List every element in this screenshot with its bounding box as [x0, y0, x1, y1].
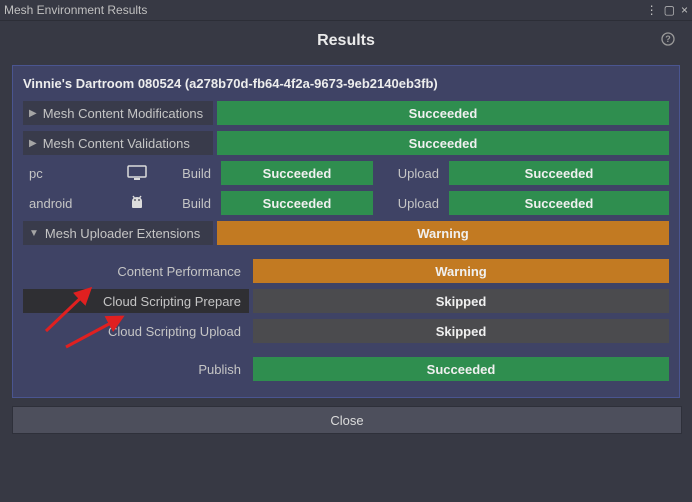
- chevron-right-icon: ▶: [29, 138, 37, 149]
- modifications-status: Succeeded: [217, 101, 669, 125]
- svg-text:?: ?: [665, 34, 671, 44]
- cloud-scripting-prepare-status: Skipped: [253, 289, 669, 313]
- cloud-scripting-prepare-label: Cloud Scripting Prepare: [23, 289, 249, 313]
- monitor-icon: [119, 161, 155, 185]
- cloud-scripting-prepare-row: Cloud Scripting Prepare Skipped: [23, 289, 669, 313]
- publish-label: Publish: [23, 357, 249, 381]
- modifications-row: ▶ Mesh Content Modifications Succeeded: [23, 101, 669, 125]
- uploader-expander[interactable]: ▼ Mesh Uploader Extensions: [23, 221, 213, 245]
- publish-row: Publish Succeeded: [23, 357, 669, 381]
- cloud-scripting-upload-status: Skipped: [253, 319, 669, 343]
- uploader-status: Warning: [217, 221, 669, 245]
- window-maximize-icon[interactable]: ▢: [664, 4, 675, 16]
- chevron-right-icon: ▶: [29, 108, 37, 119]
- validations-status: Succeeded: [217, 131, 669, 155]
- close-button[interactable]: Close: [12, 406, 682, 434]
- window-close-icon[interactable]: ×: [681, 4, 688, 16]
- cloud-scripting-upload-label: Cloud Scripting Upload: [23, 319, 249, 343]
- android-icon: [119, 191, 155, 215]
- build-status-android: Succeeded: [221, 191, 373, 215]
- chevron-down-icon: ▼: [29, 228, 39, 239]
- validations-label: Mesh Content Validations: [43, 136, 190, 151]
- results-header: Results ?: [0, 21, 692, 61]
- help-icon[interactable]: ?: [660, 31, 676, 47]
- validations-expander[interactable]: ▶ Mesh Content Validations: [23, 131, 213, 155]
- title-bar: Mesh Environment Results ⋮ ▢ ×: [0, 0, 692, 21]
- cloud-scripting-upload-row: Cloud Scripting Upload Skipped: [23, 319, 669, 343]
- window-title: Mesh Environment Results: [4, 3, 646, 17]
- content-performance-label: Content Performance: [23, 259, 249, 283]
- publish-status: Succeeded: [253, 357, 669, 381]
- validations-row: ▶ Mesh Content Validations Succeeded: [23, 131, 669, 155]
- content-performance-row: Content Performance Warning: [23, 259, 669, 283]
- platform-row-pc: pc Build Succeeded Upload Succeeded: [23, 161, 669, 185]
- build-label-pc: Build: [159, 161, 217, 185]
- upload-status-pc: Succeeded: [449, 161, 669, 185]
- results-panel: Vinnie's Dartroom 080524 (a278b70d-fb64-…: [12, 65, 680, 398]
- results-title: Results: [317, 32, 375, 50]
- platform-name-pc: pc: [23, 161, 115, 185]
- modifications-label: Mesh Content Modifications: [43, 106, 203, 121]
- uploader-row: ▼ Mesh Uploader Extensions Warning: [23, 221, 669, 245]
- modifications-expander[interactable]: ▶ Mesh Content Modifications: [23, 101, 213, 125]
- upload-status-android: Succeeded: [449, 191, 669, 215]
- upload-label-pc: Upload: [377, 161, 445, 185]
- build-label-android: Build: [159, 191, 217, 215]
- platform-name-android: android: [23, 191, 115, 215]
- upload-label-android: Upload: [377, 191, 445, 215]
- content-performance-status: Warning: [253, 259, 669, 283]
- build-status-pc: Succeeded: [221, 161, 373, 185]
- uploader-label: Mesh Uploader Extensions: [45, 226, 200, 241]
- window-menu-icon[interactable]: ⋮: [646, 4, 658, 16]
- platform-row-android: android Build Succeeded Upload Succeeded: [23, 191, 669, 215]
- project-title: Vinnie's Dartroom 080524 (a278b70d-fb64-…: [23, 76, 669, 91]
